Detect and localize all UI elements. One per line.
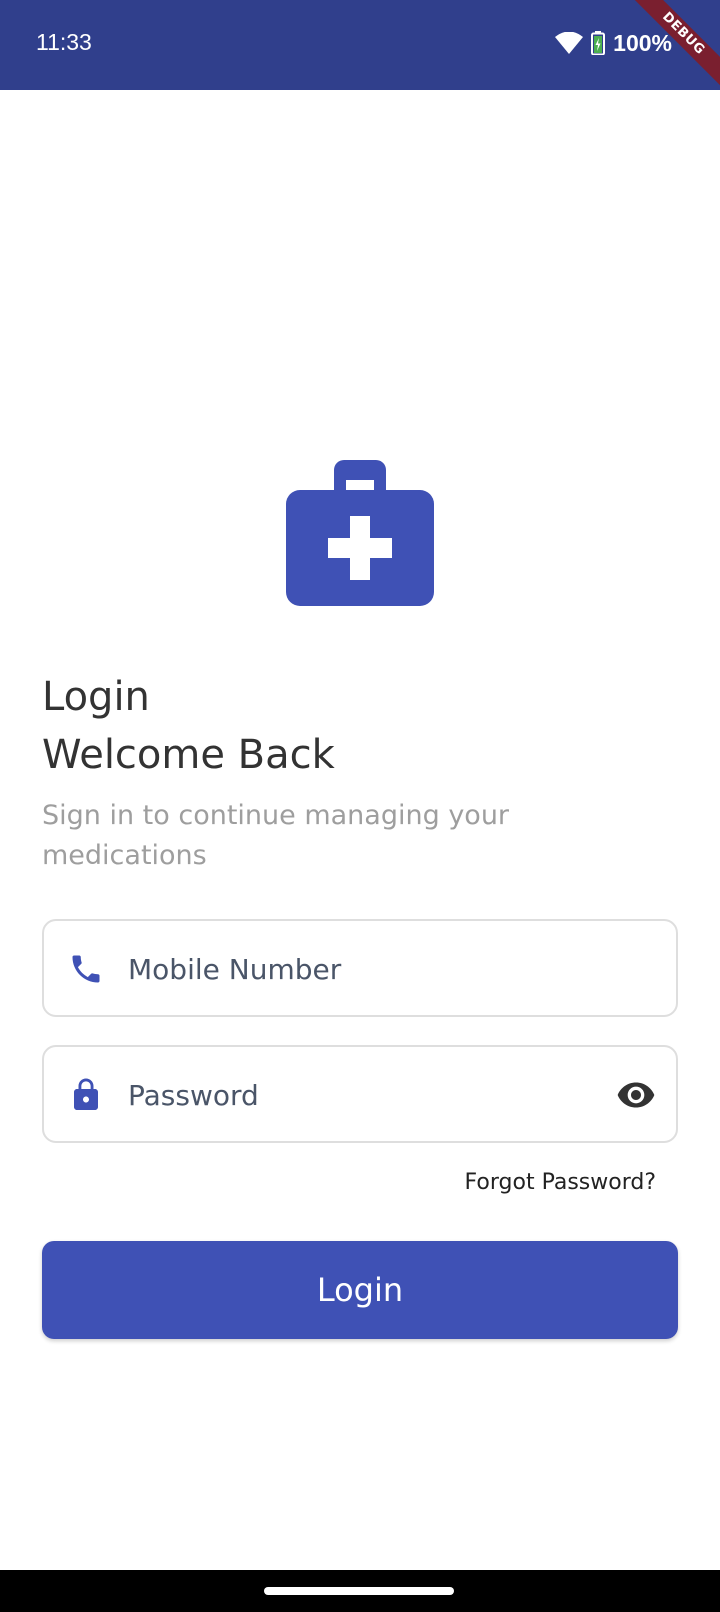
status-bar: 11:33 100% DEBUG xyxy=(0,0,720,95)
forgot-password-link[interactable]: Forgot Password? xyxy=(465,1170,656,1195)
login-button[interactable]: Login xyxy=(42,1241,678,1339)
navigation-bar xyxy=(0,1570,720,1612)
eye-icon[interactable] xyxy=(616,1079,656,1111)
medical-kit-icon xyxy=(286,460,434,606)
page-title: Login xyxy=(42,674,150,720)
debug-banner-container: DEBUG xyxy=(600,0,720,120)
phone-icon xyxy=(72,955,100,983)
home-gesture-handle[interactable] xyxy=(264,1587,454,1595)
status-time: 11:33 xyxy=(36,29,92,55)
lock-icon xyxy=(74,1078,98,1110)
mobile-number-input[interactable] xyxy=(128,941,588,997)
welcome-heading: Welcome Back xyxy=(42,732,335,778)
debug-banner: DEBUG xyxy=(622,0,720,95)
mobile-number-field[interactable] xyxy=(42,919,678,1017)
password-field[interactable] xyxy=(42,1045,678,1143)
page-description: Sign in to continue managing your medica… xyxy=(42,800,510,871)
password-input[interactable] xyxy=(128,1067,588,1123)
wifi-icon xyxy=(555,32,584,54)
